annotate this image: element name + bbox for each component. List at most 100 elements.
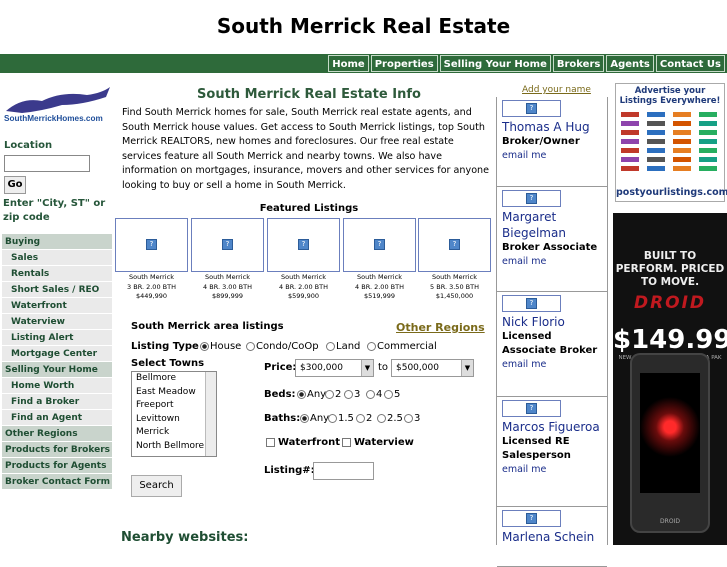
agent-card: ? Marcos Figueroa Licensed RE Salesperson e… xyxy=(497,397,607,507)
agent-photo[interactable]: ? xyxy=(502,400,561,417)
nav-link-agents[interactable]: Agents xyxy=(606,55,654,72)
towns-listbox[interactable]: Bellmore East Meadow Freeport Levittown Merr… xyxy=(131,371,217,457)
partner-logo xyxy=(621,112,639,117)
waterview-checkbox[interactable]: Waterview xyxy=(342,437,414,448)
nav-link-home[interactable]: Home xyxy=(328,55,369,72)
checkbox-icon xyxy=(266,437,275,447)
sidebar-item-buying[interactable]: Buying xyxy=(2,234,112,250)
beds-option[interactable]: 5 xyxy=(384,389,400,400)
listing-number-label: Listing#: xyxy=(264,465,315,476)
sidebar-item-waterview[interactable]: Waterview xyxy=(2,314,112,330)
listing-town: South Merrick xyxy=(205,273,250,281)
listing-photo[interactable]: ? xyxy=(191,218,264,272)
sidebar-item-find-an-agent[interactable]: Find an Agent xyxy=(2,410,112,426)
listing-photo[interactable]: ? xyxy=(115,218,188,272)
nav-link-properties[interactable]: Properties xyxy=(370,55,438,72)
sidebar-item-short-sales-reo[interactable]: Short Sales / REO xyxy=(2,282,112,298)
sidebar-item-selling-your-home[interactable]: Selling Your Home xyxy=(2,362,112,378)
droid-phone-ad[interactable]: BUILT TO PERFORM. PRICED TO MOVE. DROID … xyxy=(613,213,727,545)
price-min-select[interactable]: $300,000 ▼ xyxy=(295,359,374,377)
price-max-select[interactable]: $500,000 ▼ xyxy=(391,359,474,377)
partner-logo xyxy=(647,157,665,162)
agent-name[interactable]: Thomas A Hug xyxy=(497,119,607,135)
listing-type-label: Listing Type xyxy=(131,341,199,352)
agent-name[interactable]: Marlena Schein xyxy=(497,529,607,545)
agent-photo[interactable]: ? xyxy=(502,190,561,207)
sidebar-item-waterfront[interactable]: Waterfront xyxy=(2,298,112,314)
baths-option[interactable]: 2 xyxy=(356,413,372,424)
baths-option[interactable]: 1.5 xyxy=(328,413,354,424)
partner-logo xyxy=(673,130,691,135)
agent-name[interactable]: Nick Florio xyxy=(497,314,607,330)
search-button[interactable]: Search xyxy=(131,475,182,497)
sidebar-item-broker-contact-form[interactable]: Broker Contact Form xyxy=(2,474,112,490)
town-option[interactable]: Bellmore xyxy=(134,372,216,386)
town-option[interactable]: East Meadow xyxy=(134,386,216,400)
listing-type-commercial[interactable]: Commercial xyxy=(367,341,437,352)
agent-name[interactable]: Marcos Figueroa xyxy=(497,419,607,435)
listing-card[interactable]: ? South Merrick 5 BR. 3.50 BTH $1,450,000 xyxy=(418,218,491,302)
listing-card[interactable]: ? South Merrick 3 BR. 2.00 BTH $449,990 xyxy=(115,218,188,302)
add-your-name-link[interactable]: Add your name xyxy=(522,85,591,95)
beds-option[interactable]: 2 xyxy=(325,389,341,400)
sidebar-item-rentals[interactable]: Rentals xyxy=(2,266,112,282)
listing-type-house[interactable]: House xyxy=(200,341,241,352)
beds-option[interactable]: 4 xyxy=(366,389,382,400)
listing-type-condo-coop[interactable]: Condo/CoOp xyxy=(246,341,319,352)
sidebar-item-mortgage-center[interactable]: Mortgage Center xyxy=(2,346,112,362)
baths-option[interactable]: 2.5 xyxy=(377,413,403,424)
agent-email-link[interactable]: email me xyxy=(497,149,607,163)
sidebar-item-products-for-agents[interactable]: Products for Agents xyxy=(2,458,112,474)
sidebar-item-find-a-broker[interactable]: Find a Broker xyxy=(2,394,112,410)
radio-icon xyxy=(200,341,209,351)
sidebar-item-products-for-brokers[interactable]: Products for Brokers xyxy=(2,442,112,458)
agent-photo[interactable]: ? xyxy=(502,510,561,527)
waterfront-checkbox[interactable]: Waterfront xyxy=(266,437,340,448)
listing-card[interactable]: ? South Merrick 4 BR. 3.00 BTH $899,999 xyxy=(191,218,264,302)
town-option[interactable]: Levittown xyxy=(134,413,216,427)
radio-icon xyxy=(366,389,375,399)
listing-card[interactable]: ? South Merrick 4 BR. 2.00 BTH $519,999 xyxy=(343,218,416,302)
beds-option[interactable]: Any xyxy=(297,389,326,400)
other-regions-link[interactable]: Other Regions xyxy=(396,321,485,334)
agent-photo[interactable]: ? xyxy=(502,100,561,117)
listing-number-input[interactable] xyxy=(313,462,374,480)
radio-icon xyxy=(297,389,306,399)
baths-option[interactable]: Any xyxy=(300,413,329,424)
sidebar-item-listing-alert[interactable]: Listing Alert xyxy=(2,330,112,346)
location-label: Location xyxy=(4,140,53,151)
listing-card[interactable]: ? South Merrick 4 BR. 2.00 BTH $599,900 xyxy=(267,218,340,302)
top-nav: Home Properties Selling Your Home Brokers Ag… xyxy=(0,54,727,73)
advertise-listings-ad[interactable]: Advertise your Listings Everywhere! post… xyxy=(615,83,727,202)
sidebar-item-home-worth[interactable]: Home Worth xyxy=(2,378,112,394)
location-input[interactable] xyxy=(4,155,90,172)
sidebar-item-sales[interactable]: Sales xyxy=(2,250,112,266)
nav-link-brokers[interactable]: Brokers xyxy=(552,55,605,72)
partner-logo xyxy=(673,112,691,117)
town-option[interactable]: Merrick xyxy=(134,426,216,440)
agent-name[interactable]: Margaret Biegelman xyxy=(497,209,607,241)
agent-email-link[interactable]: email me xyxy=(497,358,607,372)
agent-card: ? Margaret Biegelman Broker Associate email… xyxy=(497,187,607,292)
town-option[interactable]: North Bellmore xyxy=(134,440,216,454)
towns-scrollbar[interactable] xyxy=(205,372,216,456)
sidebar-item-other-regions[interactable]: Other Regions xyxy=(2,426,112,442)
site-logo[interactable]: SouthMerrickHomes.com xyxy=(2,83,112,123)
listing-photo[interactable]: ? xyxy=(343,218,416,272)
price-max-value: $500,000 xyxy=(396,363,439,373)
listing-photo[interactable]: ? xyxy=(267,218,340,272)
agent-email-link[interactable]: email me xyxy=(497,255,607,269)
go-button[interactable]: Go xyxy=(4,176,26,194)
agent-photo[interactable]: ? xyxy=(502,295,561,312)
nav-link-contact-us[interactable]: Contact Us xyxy=(655,55,725,72)
listing-photo[interactable]: ? xyxy=(418,218,491,272)
nav-link-selling-your-home[interactable]: Selling Your Home xyxy=(439,55,551,72)
phone-label: DROID xyxy=(660,518,680,525)
phone-image: DROID xyxy=(630,353,710,533)
baths-option[interactable]: 3 xyxy=(404,413,420,424)
listing-type-land[interactable]: Land xyxy=(326,341,360,352)
town-option[interactable]: Freeport xyxy=(134,399,216,413)
radio-icon xyxy=(326,341,335,351)
beds-option[interactable]: 3 xyxy=(344,389,360,400)
agent-email-link[interactable]: email me xyxy=(497,463,607,477)
